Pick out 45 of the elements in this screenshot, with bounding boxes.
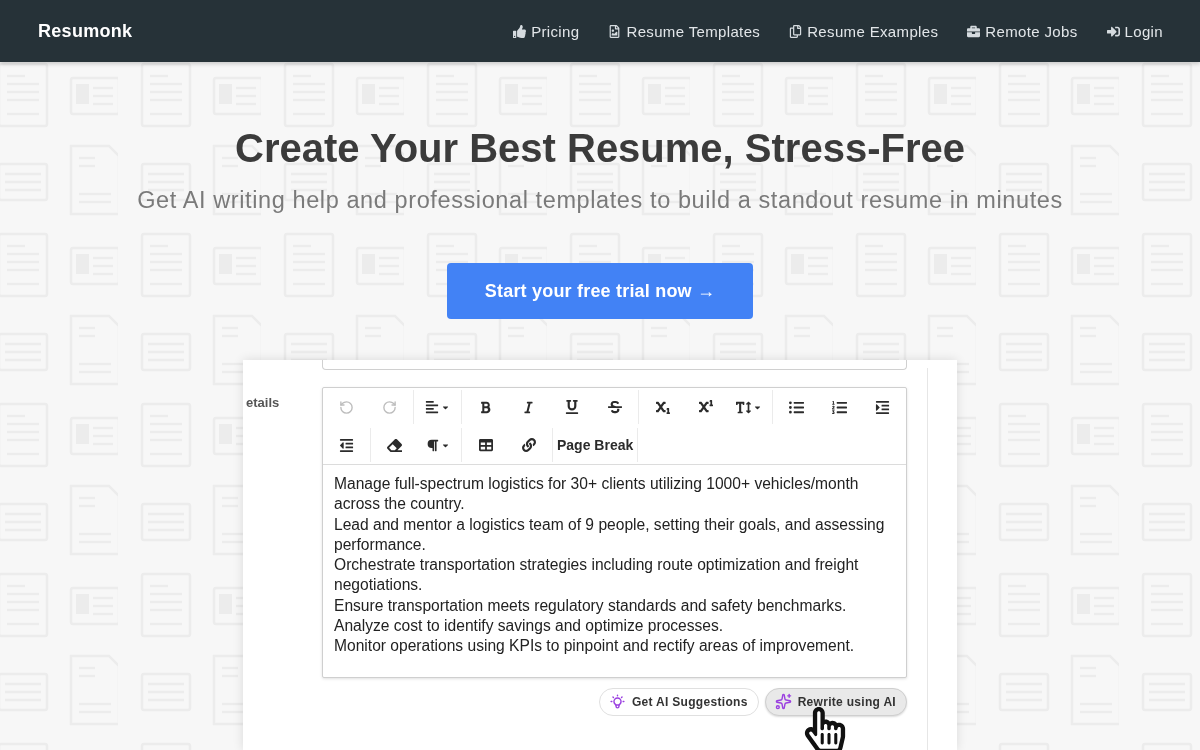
image-file-icon	[608, 24, 622, 38]
outdent-icon	[339, 437, 354, 453]
editor-paragraph: Ensure transportation meets regulatory standards and safety benchmarks.	[334, 595, 848, 616]
eraser-icon	[387, 437, 402, 453]
nav-link[interactable]: Login	[1106, 22, 1163, 40]
link-icon	[521, 438, 536, 452]
redo-icon	[382, 399, 397, 415]
italic-icon	[522, 400, 535, 414]
nav-link[interactable]: Resume Templates	[608, 22, 761, 40]
lightbulb-icon	[609, 693, 626, 711]
editor-paragraph: Lead and mentor a logistics team of 9 people, setting their goals, and assessing performance.	[334, 514, 886, 555]
nav-link[interactable]: Remote Jobs	[967, 22, 1078, 40]
indent-icon	[875, 399, 890, 415]
text-height-icon	[735, 399, 751, 415]
input-field[interactable]	[322, 360, 907, 370]
ai-rewrite-button[interactable]: Rewrite using AI	[764, 687, 907, 716]
editor-paragraph: Orchestrate transportation strategies including route optimization and freight negotiations.	[334, 555, 860, 596]
bulleted-list-icon	[789, 399, 804, 415]
brand-logo[interactable]: Resumonk	[38, 20, 133, 42]
strikethrough-icon	[607, 400, 622, 414]
table-icon	[478, 438, 493, 452]
copy-icon	[789, 24, 803, 38]
align-left-icon	[425, 400, 439, 414]
editor-paragraph: Analyze cost to identify savings and optimize processes.	[334, 616, 725, 637]
superscript-icon	[698, 400, 713, 414]
page-break-button[interactable]: Page Break	[555, 428, 636, 462]
paragraph-icon	[425, 438, 439, 452]
subscript-icon	[655, 400, 670, 414]
hero-subtitle: Get AI writing help and professional templates to build a standout resume in minutes	[137, 186, 1063, 215]
thumbs-up-icon	[513, 24, 527, 38]
editor-paragraph: Monitor operations using KPIs to pinpoint and rectify areas of improvement.	[334, 636, 856, 657]
nav-link[interactable]: Pricing	[513, 22, 580, 40]
editor-paragraph: Manage full-spectrum logistics for 30+ clients utilizing 1000+ vehicles/month across the country.	[334, 474, 860, 515]
field-label: etails	[245, 394, 281, 412]
sign-in-icon	[1106, 24, 1120, 38]
start-trial-button[interactable]: Start your free trial now →	[446, 263, 754, 319]
nav-link[interactable]: Resume Examples	[789, 22, 939, 40]
briefcase-icon	[967, 24, 981, 38]
bold-icon	[479, 400, 492, 414]
undo-icon	[339, 399, 354, 415]
ai-suggestions-button[interactable]: Get AI Suggestions	[599, 687, 759, 716]
hero-title: Create Your Best Resume, Stress-Free	[235, 125, 965, 172]
sparkles-icon	[774, 693, 792, 711]
numbered-list-icon	[832, 399, 847, 415]
underline-icon	[564, 400, 579, 414]
